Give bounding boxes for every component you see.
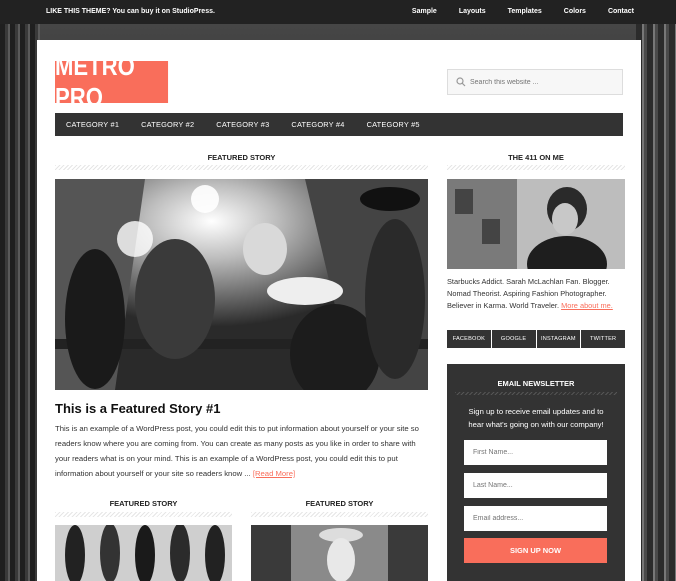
nav-contact[interactable]: Contact [608,8,634,15]
newsletter-description: Sign up to receive email updates and to … [468,407,604,429]
story-body-text: This is an example of a WordPress post, … [55,424,419,478]
featured-image[interactable] [55,179,428,390]
page-container: METRO PRO CATEGORY #1 CATEGORY #2 CATEGO… [37,40,641,581]
category-2[interactable]: CATEGORY #2 [141,120,194,129]
about-image[interactable] [447,179,625,269]
last-name-field[interactable] [464,473,607,498]
category-nav: CATEGORY #1 CATEGORY #2 CATEGORY #3 CATE… [55,113,623,136]
newsletter-widget: EMAIL NEWSLETTER Sign up to receive emai… [447,364,625,581]
background-city-left [0,0,40,581]
nav-colors[interactable]: Colors [564,8,586,15]
social-instagram[interactable]: INSTAGRAM [536,330,581,348]
background-city-right [636,0,676,581]
about-heading: THE 411 ON ME [508,153,564,162]
heading-stripe [447,165,625,170]
story-title[interactable]: This is a Featured Story #1 [55,401,220,416]
story-excerpt: This is an example of a WordPress post, … [55,421,431,481]
category-3[interactable]: CATEGORY #3 [216,120,269,129]
category-5[interactable]: CATEGORY #5 [367,120,420,129]
nav-templates[interactable]: Templates [508,8,542,15]
nav-sample[interactable]: Sample [412,8,437,15]
about-text: Starbucks Addict. Sarah McLachlan Fan. B… [447,276,625,312]
search-box [447,69,623,95]
social-google[interactable]: GOOGLE [491,330,536,348]
signup-button[interactable]: SIGN UP NOW [464,538,607,563]
heading-stripe [55,512,232,517]
social-facebook[interactable]: FACEBOOK [447,330,491,348]
top-bar: LIKE THIS THEME? You can buy it on Studi… [0,0,676,24]
search-icon [456,77,466,87]
theme-promo-link[interactable]: LIKE THIS THEME? You can buy it on Studi… [46,8,215,15]
category-4[interactable]: CATEGORY #4 [291,120,344,129]
social-links: FACEBOOK GOOGLE INSTAGRAM TWITTER [447,330,625,348]
heading-stripe [55,165,428,170]
search-input[interactable] [470,74,618,91]
featured-heading-left: FEATURED STORY [109,499,178,508]
featured-heading: FEATURED STORY [207,153,276,162]
heading-stripe [251,512,428,517]
newsletter-stripe [455,392,617,395]
first-name-field[interactable] [464,440,607,465]
social-twitter[interactable]: TWITTER [581,330,625,348]
newsletter-title: EMAIL NEWSLETTER [497,379,575,388]
nav-layouts[interactable]: Layouts [459,8,486,15]
site-logo[interactable]: METRO PRO [55,51,169,112]
read-more-link[interactable]: [Read More] [253,469,295,478]
about-more-link[interactable]: More about me. [561,301,613,310]
featured-heading-right: FEATURED STORY [305,499,374,508]
category-1[interactable]: CATEGORY #1 [66,120,119,129]
top-nav: Sample Layouts Templates Colors Contact [412,8,634,15]
featured-image-right[interactable] [251,525,428,581]
featured-image-left[interactable] [55,525,232,581]
email-field[interactable] [464,506,607,531]
